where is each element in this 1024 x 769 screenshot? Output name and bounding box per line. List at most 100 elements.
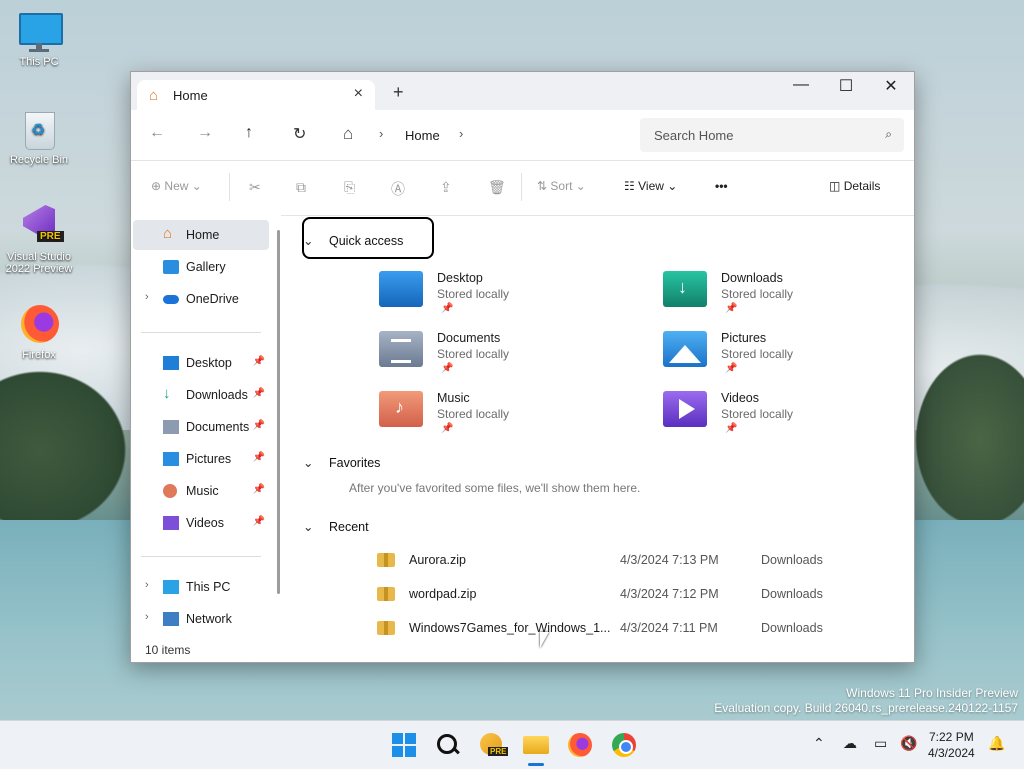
start-button[interactable]	[390, 731, 418, 759]
download-icon: ↓	[163, 385, 171, 402]
clock[interactable]: 7:22 PM 4/3/2024	[928, 729, 975, 761]
file-name: wordpad.zip	[409, 587, 477, 601]
refresh-button[interactable]: ↻	[293, 124, 306, 144]
taskbar-firefox[interactable]	[566, 731, 594, 759]
quick-access-item-documents[interactable]: Documents Stored locally 📌	[379, 331, 619, 391]
cut-icon[interactable]: ✂	[249, 179, 261, 196]
zip-folder-icon	[377, 553, 395, 567]
sidebar-item-desktop[interactable]: Desktop 📌	[133, 348, 269, 378]
chevron-up-icon[interactable]: ⌃	[813, 735, 825, 752]
pin-icon[interactable]: 📌	[253, 420, 265, 431]
minimize-button[interactable]: —	[778, 76, 824, 94]
cloud-offline-icon[interactable]: ☁	[843, 735, 857, 752]
sidebar-item-this-pc[interactable]: › This PC	[133, 572, 269, 602]
sidebar-item-label: OneDrive	[186, 292, 239, 306]
desktop-folder-icon	[163, 356, 179, 370]
sidebar-scrollbar[interactable]	[277, 230, 280, 594]
home-icon: ⌂	[149, 87, 159, 104]
sidebar-item-home[interactable]: ⌂ Home	[133, 220, 269, 250]
up-button[interactable]: ↑	[245, 124, 253, 142]
desktop-icon-firefox[interactable]: Firefox	[1, 303, 77, 361]
details-button[interactable]: ◫ Details	[829, 179, 880, 193]
desktop-icon-this-pc[interactable]: This PC	[1, 10, 77, 68]
item-name: Downloads	[721, 271, 783, 285]
sidebar-item-onedrive[interactable]: › OneDrive	[133, 284, 269, 314]
sidebar-item-videos[interactable]: Videos 📌	[133, 508, 269, 538]
chrome-center	[619, 740, 633, 754]
item-name: Documents	[437, 331, 501, 345]
gallery-icon	[163, 260, 179, 274]
close-button[interactable]: ✕	[868, 76, 914, 96]
pin-icon[interactable]: 📌	[253, 452, 265, 463]
chevron-right-icon: ›	[145, 611, 149, 623]
recent-row[interactable]: wordpad.zip 4/3/2024 7:12 PM Downloads	[377, 587, 827, 617]
pin-icon[interactable]: 📌	[253, 484, 265, 495]
status-bar: 10 items	[131, 639, 914, 661]
taskbar-visual-studio[interactable]: PRE	[478, 731, 509, 759]
rename-icon[interactable]: Ⓐ	[391, 179, 405, 199]
content-pane: ⌄ Quick access Desktop Stored locally 📌 ↓…	[287, 215, 907, 639]
quick-access-item-desktop[interactable]: Desktop Stored locally 📌	[379, 271, 619, 331]
favorites-header[interactable]: ⌄ Favorites	[303, 455, 380, 470]
desktop-icon-label: This PC	[19, 56, 59, 68]
home-crumb-icon: ⌂	[343, 124, 354, 143]
taskbar-chrome[interactable]	[610, 731, 638, 759]
volume-muted-icon[interactable]: 🔇	[900, 735, 917, 752]
sidebar-item-downloads[interactable]: ↓ Downloads 📌	[133, 380, 269, 410]
forward-button[interactable]: →	[197, 124, 213, 142]
item-name: Pictures	[721, 331, 767, 345]
downloads-folder-icon: ↓	[663, 271, 707, 307]
more-options-button[interactable]: •••	[715, 179, 728, 193]
section-title: Quick access	[329, 234, 404, 248]
delete-icon[interactable]: 🗑	[488, 179, 506, 196]
pin-icon[interactable]: 📌	[253, 356, 265, 367]
sidebar-item-label: Gallery	[186, 260, 226, 274]
taskbar-file-explorer[interactable]	[522, 731, 550, 766]
network-icon[interactable]: ▭	[874, 735, 887, 752]
pin-icon[interactable]: 📌	[253, 516, 265, 527]
sidebar-item-network[interactable]: › Network	[133, 604, 269, 634]
chevron-right-icon: ›	[379, 126, 384, 141]
close-tab-icon[interactable]: ×	[354, 85, 363, 103]
search-button[interactable]	[434, 731, 462, 759]
desktop-icon-label: Recycle Bin	[9, 154, 69, 166]
share-icon[interactable]: ⇪	[440, 179, 452, 196]
firefox-icon	[17, 303, 61, 347]
search-input[interactable]: Search Home ⌕	[640, 118, 904, 152]
zip-folder-icon	[377, 587, 395, 601]
back-button[interactable]: ←	[149, 124, 165, 142]
quick-access-item-videos[interactable]: Videos Stored locally 📌	[663, 391, 903, 451]
pin-icon[interactable]: 📌	[253, 388, 265, 399]
item-status: Stored locally	[437, 347, 510, 361]
tab-home[interactable]: ⌂ Home ×	[137, 80, 375, 110]
sidebar-item-documents[interactable]: Documents 📌	[133, 412, 269, 442]
new-tab-button[interactable]: +	[393, 82, 404, 103]
quick-access-item-downloads[interactable]: ↓ Downloads Stored locally 📌	[663, 271, 903, 331]
preview-badge: PRE	[37, 231, 64, 242]
quick-access-item-pictures[interactable]: Pictures Stored locally 📌	[663, 331, 903, 391]
search-handle	[452, 746, 460, 755]
sort-button[interactable]: ⇅ Sort ⌄	[537, 179, 586, 193]
copy-icon[interactable]: ⧉	[296, 179, 306, 196]
new-button[interactable]: ⊕ New ⌄	[151, 179, 202, 193]
quick-access-item-music[interactable]: ♪ Music Stored locally 📌	[379, 391, 619, 451]
desktop-icon-recycle-bin[interactable]: ♻ Recycle Bin	[1, 108, 77, 166]
search-icon: ⌕	[885, 127, 892, 141]
view-button[interactable]: ☷ View ⌄	[624, 179, 677, 193]
sidebar-item-pictures[interactable]: Pictures 📌	[133, 444, 269, 474]
pin-icon: 📌	[725, 423, 738, 434]
recent-header[interactable]: ⌄ Recent	[303, 519, 369, 534]
paste-icon[interactable]: ⎘	[344, 179, 355, 196]
breadcrumb[interactable]: ⌂ › Home ›	[331, 118, 631, 152]
sidebar-item-music[interactable]: Music 📌	[133, 476, 269, 506]
breadcrumb-home[interactable]: Home	[405, 128, 440, 143]
file-location: Downloads	[761, 621, 823, 635]
desktop-icon-visual-studio[interactable]: PRE Visual Studio 2022 Preview	[1, 205, 77, 275]
sidebar-item-gallery[interactable]: Gallery	[133, 252, 269, 282]
recent-row[interactable]: Aurora.zip 4/3/2024 7:13 PM Downloads	[377, 553, 827, 583]
details-pane-icon: ◫	[829, 179, 841, 193]
notification-bell-icon[interactable]: 🔔	[988, 735, 1005, 752]
maximize-button[interactable]: ☐	[823, 76, 869, 96]
sidebar-item-label: Downloads	[186, 388, 248, 402]
active-indicator	[528, 763, 544, 766]
